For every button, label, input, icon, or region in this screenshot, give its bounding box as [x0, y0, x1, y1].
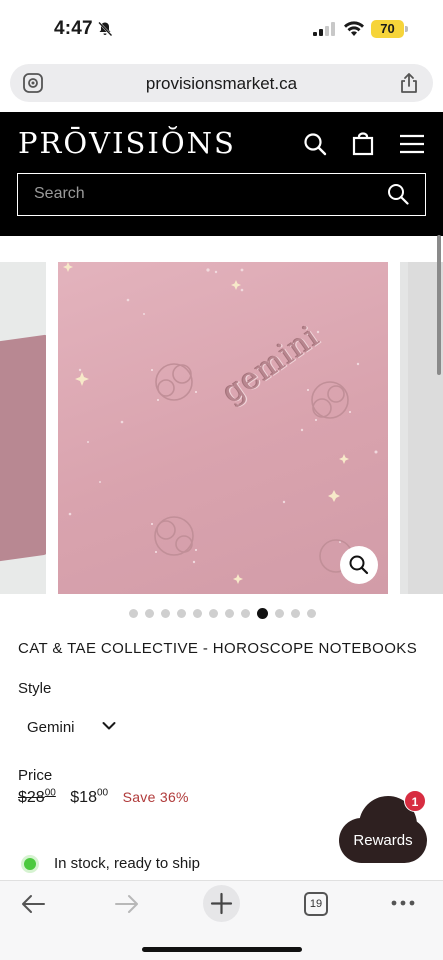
- carousel-dot[interactable]: [129, 609, 138, 618]
- carousel-dot[interactable]: [209, 609, 218, 618]
- carousel-pagination: [0, 608, 443, 620]
- style-label: Style: [18, 680, 52, 697]
- back-arrow-icon[interactable]: [20, 893, 46, 915]
- new-tab-button[interactable]: [203, 885, 240, 922]
- sale-price-cents: 00: [96, 788, 109, 799]
- price-row: $2800 $1800 Save 36%: [18, 788, 189, 810]
- constellation-decoration: [63, 262, 378, 584]
- home-indicator[interactable]: [142, 947, 302, 952]
- in-stock-dot-icon: [24, 858, 36, 870]
- carousel-dot[interactable]: [145, 609, 154, 618]
- carousel-dot[interactable]: [291, 609, 300, 618]
- battery-nub: [405, 26, 408, 32]
- site-search-box[interactable]: [17, 173, 426, 216]
- forward-arrow-icon[interactable]: [114, 893, 140, 915]
- bell-muted-icon: [98, 21, 113, 37]
- chevron-down-icon[interactable]: [102, 721, 116, 731]
- rewards-notification-badge[interactable]: 1: [404, 790, 426, 812]
- site-header: PRŌVISIŎNS: [0, 112, 443, 236]
- tabs-count-button[interactable]: 19: [304, 892, 328, 916]
- wifi-icon: [344, 21, 364, 36]
- product-image-carousel[interactable]: gemini: [0, 262, 443, 594]
- more-options-icon[interactable]: [390, 895, 416, 911]
- site-logo[interactable]: PRŌVISIŎNS: [18, 126, 236, 160]
- address-bar[interactable]: provisionsmarket.ca: [10, 64, 433, 102]
- carousel-dot[interactable]: [241, 609, 250, 618]
- cell-signal-icon: [313, 22, 335, 36]
- product-image[interactable]: gemini: [58, 262, 388, 594]
- carousel-dot[interactable]: [225, 609, 234, 618]
- hamburger-menu-icon[interactable]: [399, 134, 425, 154]
- carousel-dot[interactable]: [257, 608, 268, 619]
- search-input[interactable]: [34, 174, 374, 214]
- status-time: 4:47: [54, 18, 93, 39]
- shopping-bag-icon[interactable]: [351, 132, 375, 156]
- url-text[interactable]: provisionsmarket.ca: [10, 74, 433, 94]
- style-selected-value[interactable]: Gemini: [27, 719, 75, 736]
- rewards-button[interactable]: Rewards: [339, 818, 427, 863]
- page-scrollbar[interactable]: [437, 235, 441, 375]
- stock-status-text: In stock, ready to ship: [54, 855, 200, 872]
- plus-icon: [210, 892, 233, 915]
- carousel-dot[interactable]: [177, 609, 186, 618]
- carousel-dot[interactable]: [161, 609, 170, 618]
- sale-price: $1800: [70, 788, 109, 807]
- style-select[interactable]: Gemini: [18, 712, 128, 742]
- carousel-dot[interactable]: [275, 609, 284, 618]
- share-icon[interactable]: [399, 72, 419, 94]
- zoom-icon: [349, 555, 369, 575]
- original-price: $2800: [18, 788, 56, 807]
- price-label: Price: [18, 767, 53, 784]
- previous-slide-image[interactable]: [0, 262, 46, 594]
- sale-price-dollars: $18: [70, 789, 97, 807]
- notebook-edge: [0, 334, 46, 570]
- search-icon[interactable]: [303, 132, 327, 156]
- carousel-dot[interactable]: [193, 609, 202, 618]
- product-title: CAT & TAE COLLECTIVE - HOROSCOPE NOTEBOO…: [18, 640, 418, 657]
- carousel-dot[interactable]: [307, 609, 316, 618]
- zoom-image-button[interactable]: [340, 546, 378, 584]
- savings-label: Save 36%: [122, 789, 189, 806]
- search-submit-icon[interactable]: [387, 183, 409, 205]
- original-price-cents: 00: [44, 788, 56, 799]
- battery-indicator: 70: [371, 20, 404, 38]
- status-bar: 4:47 70: [0, 0, 443, 60]
- browser-toolbar: 19: [0, 880, 443, 960]
- original-price-dollars: $28: [18, 789, 45, 807]
